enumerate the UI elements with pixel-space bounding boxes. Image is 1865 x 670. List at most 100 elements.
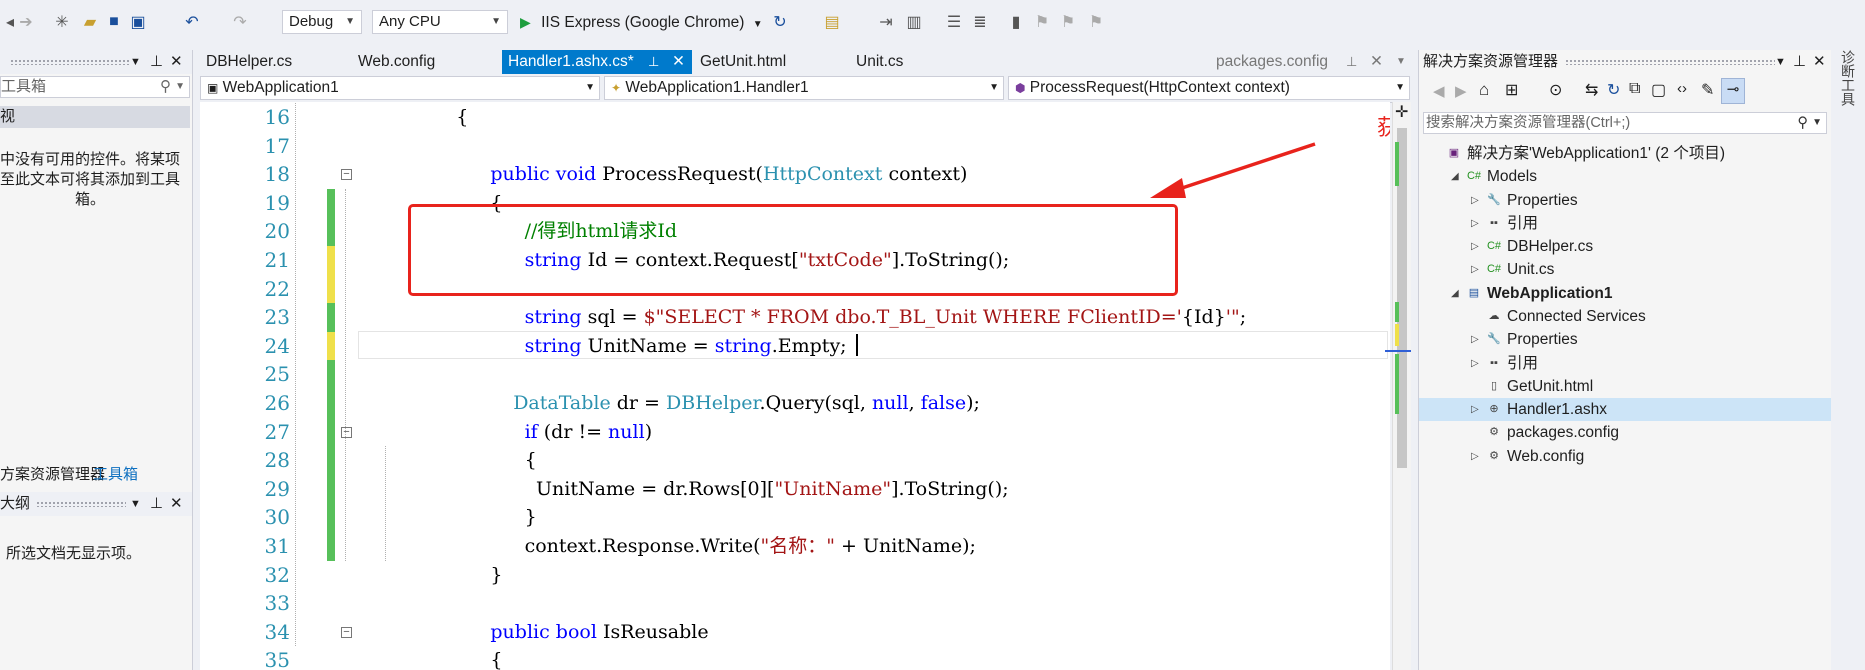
split-icon[interactable]: ✛: [1395, 102, 1408, 122]
tab-dbhelper[interactable]: DBHelper.cs: [200, 50, 350, 74]
close-icon[interactable]: ✕: [170, 50, 183, 74]
collapsed-arrow-icon[interactable]: ▷: [1471, 189, 1479, 212]
tab-handler1[interactable]: Handler1.ashx.cs* ⊥ ✕: [502, 50, 692, 74]
refresh-icon[interactable]: ↻: [1607, 80, 1620, 100]
save-all-icon[interactable]: ▣: [128, 12, 148, 32]
tree-item[interactable]: ▣ 解决方案'WebApplication1' (2 个项目): [1419, 142, 1831, 165]
undo-icon[interactable]: ↶: [182, 12, 202, 32]
tree-item[interactable]: ☁ Connected Services: [1419, 305, 1831, 328]
redo-icon[interactable]: ↷: [230, 12, 250, 32]
pin-icon[interactable]: ⊥: [150, 50, 163, 74]
close-icon[interactable]: ✕: [1813, 50, 1826, 74]
editor-tab-bar: DBHelper.cs Web.config Handler1.ashx.cs*…: [200, 50, 1410, 74]
chevron-down-icon: ▼: [585, 82, 595, 93]
switch-views-icon[interactable]: ⊞: [1505, 80, 1518, 100]
tree-item[interactable]: ▷ ▪▪ 引用: [1419, 212, 1831, 235]
layout-icon[interactable]: ▥: [904, 12, 924, 32]
expanded-arrow-icon[interactable]: ◢: [1451, 282, 1459, 305]
class-icon: ✦: [611, 81, 622, 95]
tab-unit-cs[interactable]: Unit.cs: [850, 50, 970, 74]
bookmark-clear-icon[interactable]: ⚑: [1086, 12, 1106, 32]
tree-item[interactable]: ▷ 🔧 Properties: [1419, 189, 1831, 212]
home-icon[interactable]: ⌂: [1479, 80, 1489, 100]
forward-icon[interactable]: ▶: [1455, 82, 1467, 100]
collapsed-arrow-icon[interactable]: ▷: [1471, 328, 1479, 351]
panel-grip[interactable]: [10, 59, 130, 65]
pin-icon[interactable]: ⊥: [1793, 50, 1806, 74]
dropdown-icon[interactable]: ▼: [1775, 50, 1786, 74]
csharp-file-icon: C#: [1486, 240, 1502, 253]
collapsed-arrow-icon[interactable]: ▷: [1471, 445, 1479, 468]
chevron-down-icon: ▼: [345, 16, 355, 27]
platform-select[interactable]: Any CPU ▼: [372, 10, 508, 34]
solution-search-input[interactable]: 搜索解决方案资源管理器(Ctrl+;) ⚲ ▼: [1423, 112, 1827, 134]
collapsed-arrow-icon[interactable]: ▷: [1471, 352, 1479, 375]
panel-grip[interactable]: [36, 501, 126, 507]
member-dropdown[interactable]: ⬢ ProcessRequest(HttpContext context) ▼: [1008, 76, 1410, 100]
refresh-icon[interactable]: ↻: [770, 12, 790, 32]
bookmark-icon[interactable]: ▮: [1006, 12, 1026, 32]
collapsed-arrow-icon[interactable]: ▷: [1471, 212, 1479, 235]
indent-icon[interactable]: ☰: [944, 12, 964, 32]
pin-icon[interactable]: ⊥: [648, 50, 659, 74]
close-icon[interactable]: ✕: [1370, 50, 1383, 74]
toolbox-search-input[interactable]: 工具箱 ⚲ ▼: [0, 76, 190, 98]
show-all-files-icon[interactable]: ▢: [1651, 80, 1666, 100]
collapsed-arrow-icon[interactable]: ▷: [1471, 258, 1479, 281]
main-toolbar: ◂ ➔ ✳ ▰ ■ ▣ ↶ ↷ Debug ▼ Any CPU ▼ ▶ IIS Ex…: [0, 0, 1865, 44]
bookmark-next-icon[interactable]: ⚑: [1058, 12, 1078, 32]
tree-item[interactable]: ▷ ⊕ Handler1.ashx: [1419, 398, 1831, 422]
tree-item[interactable]: ▷ ▪▪ 引用: [1419, 352, 1831, 375]
tab-toolbox[interactable]: 工具箱: [93, 464, 138, 486]
comment-icon[interactable]: ≣: [970, 12, 990, 32]
code-editor[interactable]: 16{17 18− public void ProcessRequest(HttpC…: [200, 102, 1390, 670]
preview-toggle-icon[interactable]: ⊸: [1721, 78, 1745, 104]
bookmark-prev-icon[interactable]: ⚑: [1032, 12, 1052, 32]
panel-grip[interactable]: [1565, 59, 1775, 65]
back-icon[interactable]: ◀: [1433, 82, 1445, 100]
close-icon[interactable]: ✕: [170, 492, 183, 516]
tree-item[interactable]: ▯ GetUnit.html: [1419, 375, 1831, 398]
forward-icon[interactable]: ➔: [16, 12, 36, 32]
diagnostics-tool-tab[interactable]: 诊断工具: [1836, 50, 1858, 180]
tree-item-label: 解决方案'WebApplication1' (2 个项目): [1467, 145, 1726, 162]
class-dropdown[interactable]: ✦ WebApplication1.Handler1 ▼: [604, 76, 1004, 100]
start-debug-button[interactable]: ▶ IIS Express (Google Chrome) ▼: [520, 10, 763, 34]
html-file-icon: ▯: [1490, 379, 1498, 392]
save-icon[interactable]: ■: [104, 12, 124, 32]
pin-icon[interactable]: ⊥: [1346, 50, 1357, 74]
tab-overflow-icon[interactable]: ▼: [1396, 50, 1406, 74]
tree-item[interactable]: ◢ ▤ WebApplication1: [1419, 282, 1831, 305]
pending-changes-icon[interactable]: ⊙: [1549, 80, 1562, 100]
tree-item[interactable]: ◢ C# Models: [1419, 165, 1831, 188]
toolbox-group-header[interactable]: 视: [0, 106, 190, 128]
handler-file-icon: ⊕: [1489, 403, 1499, 416]
tree-item[interactable]: ▷ 🔧 Properties: [1419, 328, 1831, 351]
dropdown-icon[interactable]: ▼: [130, 492, 141, 516]
tree-item[interactable]: ▷ C# DBHelper.cs: [1419, 235, 1831, 258]
expanded-arrow-icon[interactable]: ◢: [1451, 165, 1459, 188]
collapse-all-icon[interactable]: ⧉: [1629, 80, 1640, 98]
tab-getunit-html[interactable]: GetUnit.html: [694, 50, 844, 74]
find-icon[interactable]: ▤: [822, 12, 842, 32]
pin-icon[interactable]: ⊥: [150, 492, 163, 516]
collapsed-arrow-icon[interactable]: ▷: [1471, 398, 1479, 421]
tree-item[interactable]: ⚙ packages.config: [1419, 421, 1831, 444]
project-dropdown[interactable]: ▣ WebApplication1 ▼: [200, 76, 600, 100]
dropdown-icon[interactable]: ▼: [130, 50, 141, 74]
step-icon[interactable]: ⇥: [876, 12, 896, 32]
tree-item[interactable]: ▷ ⚙ Web.config: [1419, 445, 1831, 468]
close-icon[interactable]: ✕: [672, 50, 685, 74]
tab-solution-explorer[interactable]: 方案资源管理器: [0, 464, 105, 486]
tab-packages-config[interactable]: packages.config ⊥ ✕ ▼: [1210, 50, 1410, 74]
tree-item[interactable]: ▷ C# Unit.cs: [1419, 258, 1831, 281]
editor-scrollbar[interactable]: ✛: [1385, 102, 1411, 670]
collapsed-arrow-icon[interactable]: ▷: [1471, 235, 1479, 258]
open-folder-icon[interactable]: ▰: [80, 12, 100, 32]
view-code-icon[interactable]: ‹›: [1677, 80, 1687, 97]
sync-icon[interactable]: ⇆: [1585, 80, 1598, 100]
configuration-select[interactable]: Debug ▼: [282, 10, 362, 34]
properties-wrench-icon[interactable]: ✎: [1701, 80, 1714, 100]
new-project-icon[interactable]: ✳: [52, 12, 72, 32]
tab-web-config[interactable]: Web.config: [352, 50, 502, 74]
